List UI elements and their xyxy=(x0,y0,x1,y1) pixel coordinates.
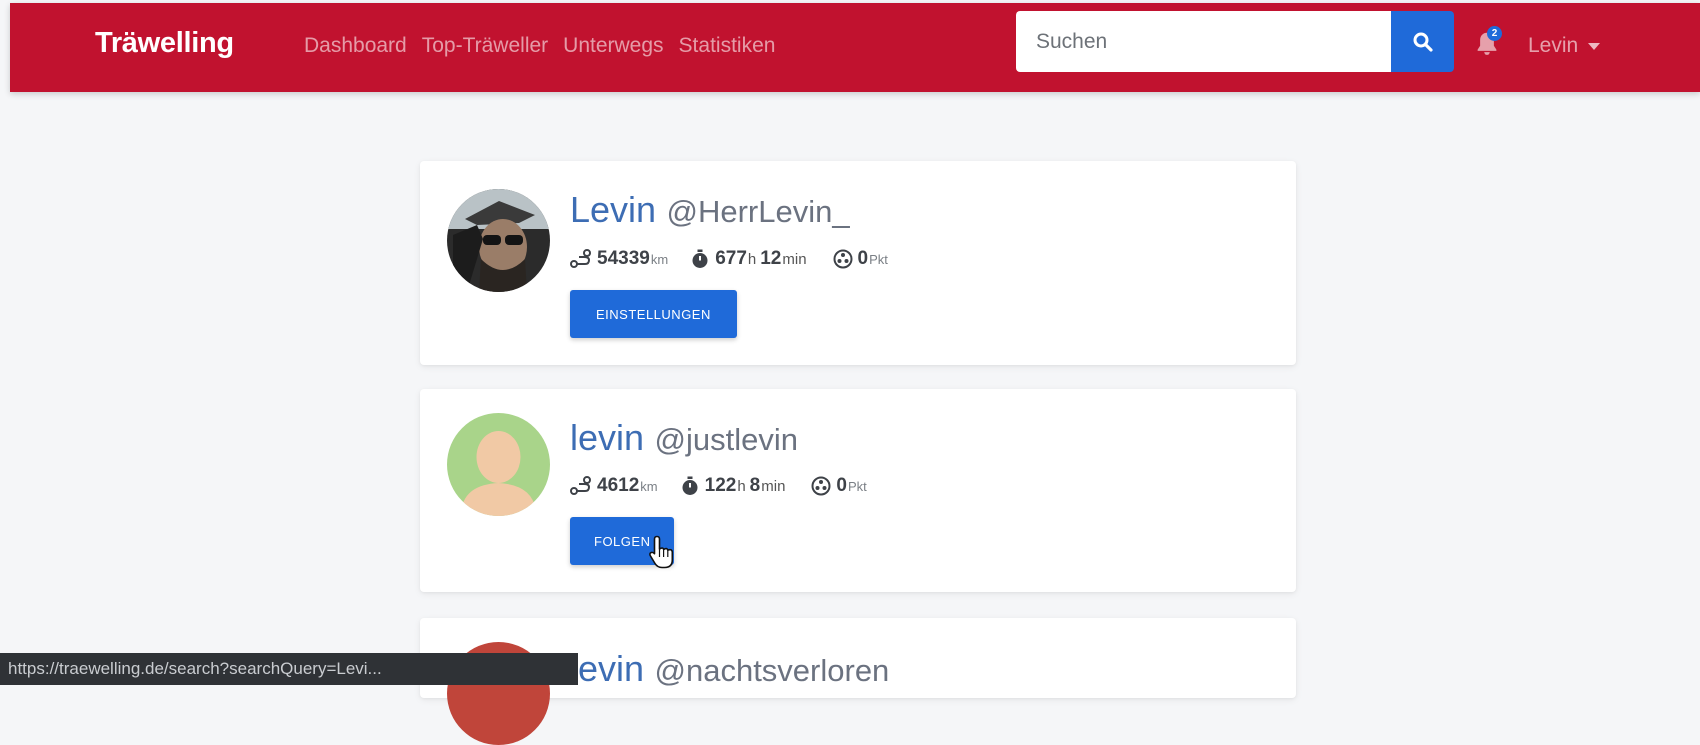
points-unit: Pkt xyxy=(848,478,867,494)
points-unit: Pkt xyxy=(869,251,888,267)
search-icon xyxy=(1413,32,1433,52)
distance-value: 4612 xyxy=(597,475,640,496)
user-stats: 4612 km 122 h 8 min 0 Pkt xyxy=(570,475,889,497)
display-name-link[interactable]: levin xyxy=(570,417,644,458)
hours-unit: h xyxy=(747,250,757,268)
points-value: 0 xyxy=(857,248,869,269)
user-name-line: Levin @HerrLevin_ xyxy=(570,189,850,231)
stat-points: 0 Pkt xyxy=(833,248,888,270)
user-name-line: levin @nachtsverloren xyxy=(570,648,889,690)
stat-duration: 677 h 12 min xyxy=(690,248,810,270)
distance-unit: km xyxy=(650,251,669,267)
user-card: Levin @HerrLevin_ 54339km 677h12min xyxy=(420,161,1296,365)
username: @HerrLevin_ xyxy=(666,194,850,229)
stat-points: 0 Pkt xyxy=(811,475,867,497)
user-menu-label: Levin xyxy=(1528,34,1579,57)
hours-value: 677 xyxy=(715,248,747,269)
stat-duration: 122 h 8 min xyxy=(680,475,790,497)
top-navbar: Träwelling Dashboard Top-Träweller Unter… xyxy=(10,3,1700,92)
hours-value: 122 xyxy=(704,475,737,496)
brand-logo[interactable]: Träwelling xyxy=(95,27,234,60)
distance-value: 54339 xyxy=(597,248,650,269)
search-button[interactable] xyxy=(1391,11,1454,72)
dice-icon xyxy=(811,476,831,496)
nav-link-dashboard[interactable]: Dashboard xyxy=(304,34,407,58)
avatar[interactable] xyxy=(447,189,550,292)
hand-cursor-icon xyxy=(649,535,674,569)
stopwatch-icon xyxy=(682,476,698,495)
distance-unit: km xyxy=(640,478,658,494)
dice-icon xyxy=(833,249,853,269)
minutes-unit: min xyxy=(761,477,786,495)
route-icon xyxy=(570,249,591,268)
minutes-unit: min xyxy=(782,250,807,268)
hours-unit: h xyxy=(737,477,746,495)
user-stats: 54339 km 677 h 12 min 0 Pkt xyxy=(570,248,910,270)
display-name-link[interactable]: levin xyxy=(570,648,644,689)
search-form xyxy=(1016,11,1454,72)
stat-distance: 54339 km xyxy=(570,248,668,270)
user-name-line: levin @justlevin xyxy=(570,417,798,459)
nav-links: Dashboard Top-Träweller Unterwegs Statis… xyxy=(304,34,775,58)
nav-link-statistiken[interactable]: Statistiken xyxy=(679,34,776,58)
stopwatch-icon xyxy=(692,249,708,268)
status-bar-url: https://traewelling.de/search?searchQuer… xyxy=(0,653,578,685)
chevron-down-icon xyxy=(1588,42,1601,50)
search-input[interactable] xyxy=(1016,11,1391,72)
username: @nachtsverloren xyxy=(654,653,890,688)
route-icon xyxy=(570,476,591,495)
minutes-value: 8 xyxy=(749,475,761,496)
user-menu-dropdown[interactable]: Levin xyxy=(1528,34,1601,58)
display-name-link[interactable]: Levin xyxy=(570,189,656,230)
username: @justlevin xyxy=(654,422,798,457)
nav-link-unterwegs[interactable]: Unterwegs xyxy=(563,34,663,58)
avatar[interactable] xyxy=(447,413,550,516)
user-card: levin @justlevin 4612 km 122 h 8 min 0 P… xyxy=(420,389,1296,592)
settings-button[interactable]: EINSTELLUNGEN xyxy=(570,290,737,338)
stat-distance: 4612 km xyxy=(570,475,658,497)
notification-badge: 2 xyxy=(1487,26,1502,41)
nav-link-top-traeweller[interactable]: Top-Träweller xyxy=(422,34,548,58)
points-value: 0 xyxy=(836,475,847,496)
minutes-value: 12 xyxy=(760,248,782,269)
